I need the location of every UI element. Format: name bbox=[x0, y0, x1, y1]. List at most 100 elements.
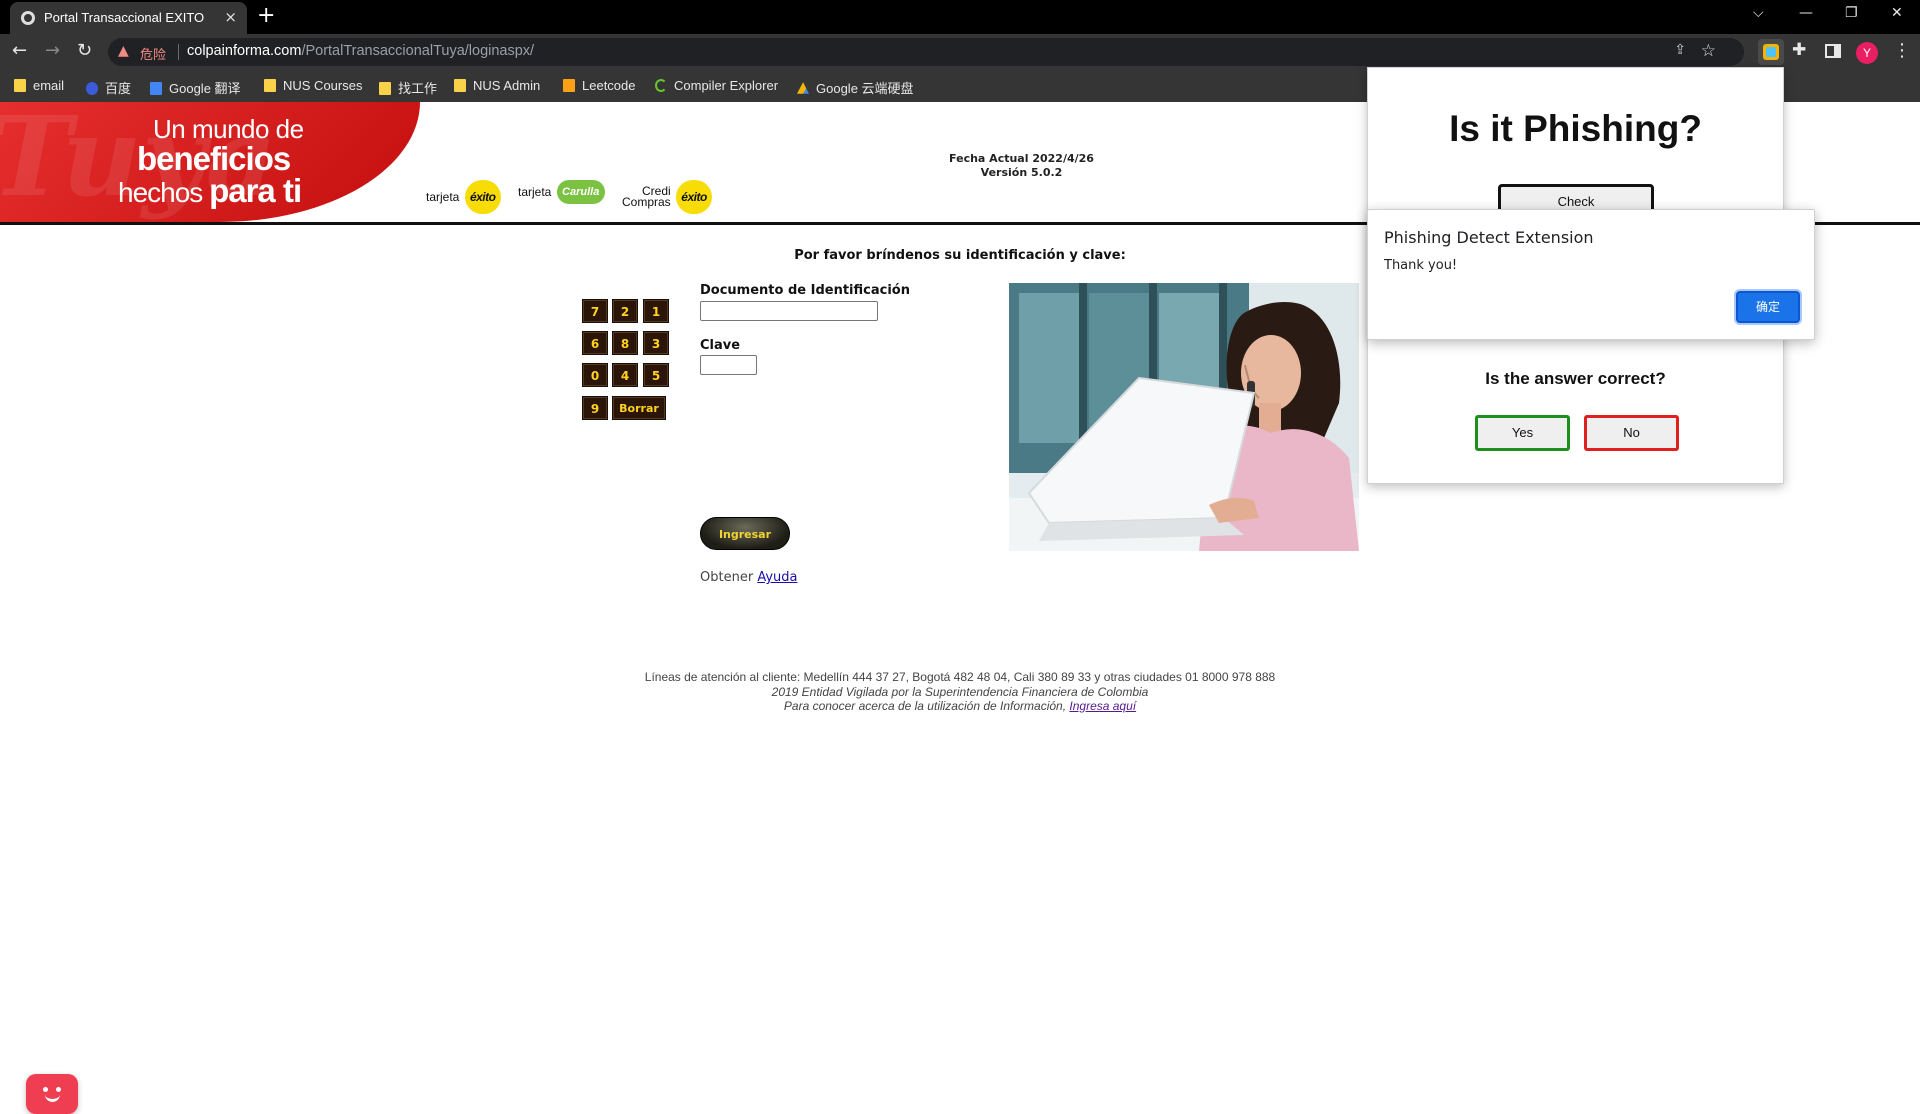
chat-eye-icon bbox=[43, 1087, 48, 1092]
bookmark-find-job[interactable]: 找工作 bbox=[379, 78, 437, 97]
bookmark-leetcode[interactable]: Leetcode bbox=[563, 78, 636, 93]
credicompras-label: Credi Compras bbox=[622, 185, 671, 209]
bookmark-label: Google 云端硬盘 bbox=[816, 81, 914, 96]
card-logo-credicompras: Credi Compras éxito bbox=[622, 180, 713, 214]
side-panel-icon[interactable] bbox=[1825, 44, 1841, 58]
card-label: Compras bbox=[622, 195, 671, 209]
photo-illustration bbox=[1009, 283, 1359, 551]
bookmark-label: Leetcode bbox=[582, 78, 636, 93]
url-path: /PortalTransaccionalTuya/loginaspx/ bbox=[301, 43, 535, 59]
close-window-button[interactable]: ✕ bbox=[1891, 5, 1903, 21]
back-arrow-icon[interactable]: ← bbox=[12, 40, 27, 61]
folder-icon bbox=[264, 79, 276, 92]
chat-eye-icon bbox=[56, 1087, 61, 1092]
slogan-line-3: hechos para ti bbox=[118, 172, 302, 210]
footer-info-link[interactable]: Ingresa aquí bbox=[1069, 699, 1136, 713]
card-logo-exito: tarjeta éxito bbox=[426, 180, 501, 214]
footer-contact-lines: Líneas de atención al cliente: Medellín … bbox=[644, 670, 1276, 684]
bookmark-google-drive[interactable]: Google 云端硬盘 bbox=[797, 78, 914, 97]
bookmark-email[interactable]: email bbox=[14, 78, 64, 93]
alert-ok-button[interactable]: 确定 bbox=[1736, 291, 1800, 323]
bookmark-label: email bbox=[33, 78, 65, 93]
keypad-key[interactable]: 8 bbox=[612, 331, 638, 355]
bookmark-star-icon[interactable]: ☆ bbox=[1701, 41, 1716, 61]
extension-image-icon bbox=[1763, 44, 1779, 60]
alert-title: Phishing Detect Extension bbox=[1384, 228, 1594, 247]
reload-icon[interactable]: ↻ bbox=[77, 40, 92, 61]
alert-dialog: Phishing Detect Extension Thank you! 确定 bbox=[1367, 209, 1815, 340]
new-tab-button[interactable]: + bbox=[257, 3, 275, 28]
login-submit-button[interactable]: Ingresar bbox=[700, 517, 790, 550]
exito-logo: éxito bbox=[676, 180, 713, 214]
keypad-key[interactable]: 6 bbox=[582, 331, 608, 355]
folder-icon bbox=[14, 79, 26, 92]
alert-message: Thank you! bbox=[1384, 258, 1458, 273]
help-line: Obtener Ayuda bbox=[700, 570, 797, 585]
keypad-key[interactable]: 0 bbox=[582, 363, 608, 387]
card-label: tarjeta bbox=[426, 190, 460, 204]
password-input[interactable] bbox=[700, 355, 757, 375]
leetcode-icon bbox=[563, 79, 575, 92]
popup-title: Is it Phishing? bbox=[1449, 108, 1702, 149]
password-label: Clave bbox=[700, 338, 741, 353]
card-label: tarjeta bbox=[518, 185, 552, 199]
slogan-emphasis: para ti bbox=[209, 172, 302, 209]
date-version-block: Fecha Actual 2022/4/26 Versión 5.0.2 bbox=[900, 152, 1143, 180]
keypad-key[interactable]: 5 bbox=[643, 363, 669, 387]
profile-avatar[interactable]: Y bbox=[1856, 42, 1878, 64]
folder-icon bbox=[379, 82, 391, 95]
tab-search-icon[interactable]: ⌵ bbox=[1753, 5, 1764, 21]
baidu-icon bbox=[86, 82, 98, 95]
bookmark-nus-courses[interactable]: NUS Courses bbox=[264, 78, 362, 93]
login-prompt: Por favor bríndenos su identificación y … bbox=[794, 248, 1126, 263]
globe-icon bbox=[21, 11, 35, 25]
keypad-key[interactable]: 1 bbox=[643, 299, 669, 323]
bookmark-google-translate[interactable]: Google 翻译 bbox=[150, 78, 241, 97]
footer-info-line: Para conocer acerca de la utilización de… bbox=[560, 699, 1360, 714]
woman-laptop-photo bbox=[1009, 283, 1359, 551]
carulla-logo: Carulla bbox=[556, 180, 605, 204]
security-status[interactable]: 危险 bbox=[140, 44, 166, 63]
extensions-puzzle-icon[interactable]: ✚ bbox=[1792, 40, 1812, 60]
chat-widget-button[interactable] bbox=[26, 1074, 78, 1114]
menu-kebab-icon[interactable]: ⋮ bbox=[1893, 40, 1913, 61]
keypad-key[interactable]: 9 bbox=[582, 396, 608, 420]
tab-strip: Portal Transaccional EXITO × + ⌵ — ❐ ✕ bbox=[0, 0, 1920, 34]
bookmark-compiler-explorer[interactable]: Compiler Explorer bbox=[655, 78, 778, 93]
restore-button[interactable]: ❐ bbox=[1845, 5, 1858, 21]
close-tab-icon[interactable]: × bbox=[224, 8, 237, 26]
bookmark-label: Compiler Explorer bbox=[674, 78, 779, 93]
document-id-label: Documento de Identificación bbox=[700, 283, 910, 298]
url-text[interactable]: colpainforma.com/PortalTransaccionalTuya… bbox=[187, 43, 534, 59]
no-button[interactable]: No bbox=[1584, 415, 1679, 451]
minimize-button[interactable]: — bbox=[1799, 5, 1813, 21]
help-link[interactable]: Ayuda bbox=[757, 570, 797, 585]
keypad-clear-button[interactable]: Borrar bbox=[612, 396, 666, 420]
share-icon[interactable]: ⇪ bbox=[1674, 42, 1686, 58]
address-divider bbox=[178, 44, 179, 60]
bookmark-nus-admin[interactable]: NUS Admin bbox=[454, 78, 540, 93]
google-drive-icon bbox=[797, 82, 809, 94]
phishing-extension-icon[interactable] bbox=[1758, 39, 1784, 65]
keypad-key[interactable]: 3 bbox=[643, 331, 669, 355]
slogan-banner: Tuya Un mundo de beneficios hechos para … bbox=[0, 102, 420, 222]
bookmark-label: Google 翻译 bbox=[169, 81, 241, 96]
keypad-key[interactable]: 2 bbox=[612, 299, 638, 323]
yes-button[interactable]: Yes bbox=[1475, 415, 1570, 451]
keypad-key[interactable]: 4 bbox=[612, 363, 638, 387]
keypad-key[interactable]: 7 bbox=[582, 299, 608, 323]
feedback-question: Is the answer correct? bbox=[1485, 369, 1666, 388]
bookmark-label: NUS Admin bbox=[473, 78, 541, 93]
tab-active[interactable]: Portal Transaccional EXITO × bbox=[10, 2, 247, 34]
warning-icon[interactable]: ▲ bbox=[118, 43, 129, 59]
footer-info-text: Para conocer acerca de la utilización de… bbox=[783, 699, 1067, 713]
bookmark-label: 找工作 bbox=[398, 81, 438, 96]
compiler-explorer-icon bbox=[655, 79, 667, 92]
bookmark-label: 百度 bbox=[105, 81, 132, 96]
address-bar[interactable]: ▲ 危险 colpainforma.com/PortalTransacciona… bbox=[108, 38, 1744, 66]
document-id-input[interactable] bbox=[700, 301, 878, 321]
forward-arrow-icon[interactable]: → bbox=[45, 40, 60, 61]
url-host: colpainforma.com bbox=[187, 43, 302, 59]
bookmark-baidu[interactable]: 百度 bbox=[86, 78, 131, 97]
card-logo-carulla: tarjeta Carulla bbox=[518, 180, 605, 204]
